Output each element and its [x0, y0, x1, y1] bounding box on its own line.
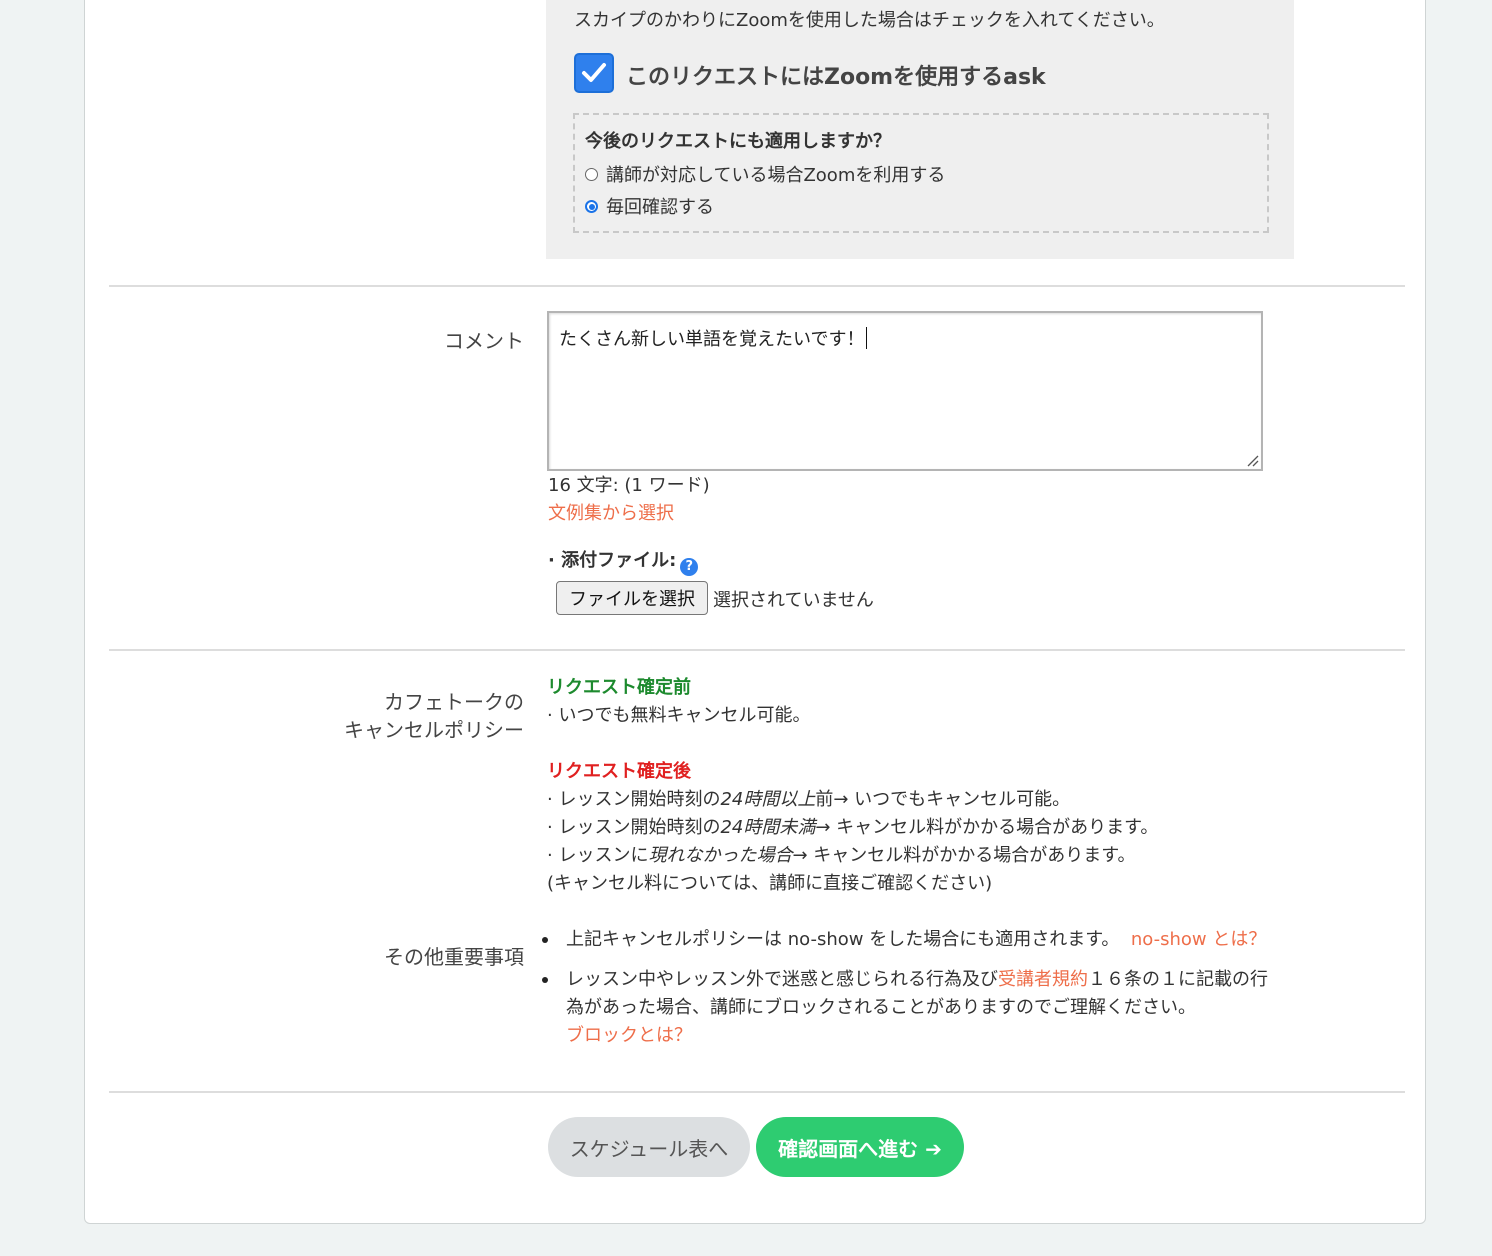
- policy-item-suffix: → キャンセル料がかかる場合があります。: [792, 845, 1136, 866]
- list-item: レッスン中やレッスン外で迷惑と感じられる行為及び受講者規約１６条の１に記載の行 …: [540, 966, 1268, 1050]
- checkmark-icon: [582, 63, 606, 82]
- policy-before-title: リクエスト確定前: [547, 677, 691, 698]
- zoom-checkbox[interactable]: [574, 53, 614, 93]
- file-status: 選択されていません: [713, 590, 874, 611]
- confirm-button[interactable]: 確認画面へ進む ➔: [756, 1117, 964, 1177]
- policy-item-prefix: · レッスン開始時刻の: [547, 817, 721, 838]
- divider: [109, 649, 1405, 651]
- policy-item-emphasis: 現れなかった場合: [648, 845, 793, 866]
- item-text: １６条の１に記載の行: [1088, 969, 1268, 990]
- schedule-button[interactable]: スケジュール表へ: [548, 1117, 750, 1177]
- future-requests-title: 今後のリクエストにも適用しますか？: [585, 131, 891, 152]
- no-show-link[interactable]: no-show とは？: [1131, 929, 1267, 950]
- zoom-note: スカイプのかわりにZoomを使用した場合はチェックを入れてください。: [574, 10, 1165, 31]
- radio-button[interactable]: [585, 199, 598, 213]
- char-count: 16 文字: (1 ワード): [548, 475, 710, 496]
- question-circle-icon[interactable]: ?: [680, 558, 699, 576]
- policy-item-emphasis: 24時間以上: [720, 789, 816, 810]
- policy-item-prefix: · レッスン開始時刻の: [547, 789, 721, 810]
- choose-file-button[interactable]: ファイルを選択: [556, 581, 708, 615]
- zoom-checkbox-label[interactable]: このリクエストにはZoomを使用するask: [626, 59, 1046, 91]
- resize-handle-icon[interactable]: [1245, 453, 1259, 467]
- comment-text: たくさん新しい単語を覚えたいです！: [559, 329, 865, 350]
- policy-item-suffix: → キャンセル料がかかる場合があります。: [815, 817, 1159, 838]
- policy-after-item: · レッスン開始時刻の24時間以上前→ いつでもキャンセル可能。: [547, 786, 1158, 814]
- policy-after-item: · レッスンに現れなかった場合→ キャンセル料がかかる場合があります。: [547, 842, 1158, 870]
- policy-item-suffix: 前→ いつでもキャンセル可能。: [815, 789, 1071, 810]
- block-link[interactable]: ブロックとは？: [566, 1022, 1268, 1050]
- list-item: 上記キャンセルポリシーは no-show をした場合にも適用されます。 no-s…: [540, 926, 1268, 954]
- attachment-label-text: · 添付ファイル:: [548, 550, 677, 571]
- cancel-policy-label-line1: カフェトークの: [384, 690, 524, 714]
- radio-label: 毎回確認する: [606, 197, 714, 218]
- divider: [109, 285, 1405, 287]
- item-text: 上記キャンセルポリシーは no-show をした場合にも適用されます。: [566, 929, 1120, 950]
- form-card: スカイプのかわりにZoomを使用した場合はチェックを入れてください。 このリクエ…: [84, 0, 1426, 1224]
- comment-label: コメント: [444, 329, 524, 353]
- divider: [109, 1091, 1405, 1093]
- radio-option-ask-every-time[interactable]: 毎回確認する: [585, 193, 714, 219]
- cancel-policy-label-line2: キャンセルポリシー: [344, 718, 524, 742]
- policy-after-item: · レッスン開始時刻の24時間未満→ キャンセル料がかかる場合があります。: [547, 814, 1158, 842]
- policy-before-item: · いつでも無料キャンセル可能。: [547, 705, 811, 726]
- policy-after-title: リクエスト確定後: [547, 761, 691, 782]
- comment-textarea[interactable]: たくさん新しい単語を覚えたいです！: [547, 311, 1263, 471]
- attachment-label: · 添付ファイル:?: [548, 546, 699, 576]
- other-important-label: その他重要事項: [384, 945, 524, 969]
- policy-item-prefix: · レッスンに: [547, 845, 649, 866]
- other-important-list: 上記キャンセルポリシーは no-show をした場合にも適用されます。 no-s…: [540, 926, 1268, 1050]
- terms-link[interactable]: 受講者規約: [998, 969, 1088, 990]
- policy-before-block: リクエスト確定前 · いつでも無料キャンセル可能。: [547, 674, 810, 730]
- policy-item-emphasis: 24時間未満: [720, 817, 816, 838]
- cancel-policy-label: カフェトークの キャンセルポリシー: [344, 688, 524, 744]
- item-text: 為があった場合、講師にブロックされることがありますのでご理解ください。: [566, 997, 1196, 1018]
- radio-option-zoom-if-available[interactable]: 講師が対応している場合Zoomを利用する: [585, 161, 945, 187]
- policy-after-block: リクエスト確定後 · レッスン開始時刻の24時間以上前→ いつでもキャンセル可能…: [547, 758, 1158, 898]
- text-caret: [866, 327, 868, 349]
- template-link[interactable]: 文例集から選択: [548, 499, 674, 525]
- radio-label: 講師が対応している場合Zoomを利用する: [606, 165, 946, 186]
- radio-button[interactable]: [585, 167, 598, 181]
- policy-note: (キャンセル料については、講師に直接ご確認ください): [547, 873, 993, 894]
- item-text: レッスン中やレッスン外で迷惑と感じられる行為及び: [566, 969, 998, 990]
